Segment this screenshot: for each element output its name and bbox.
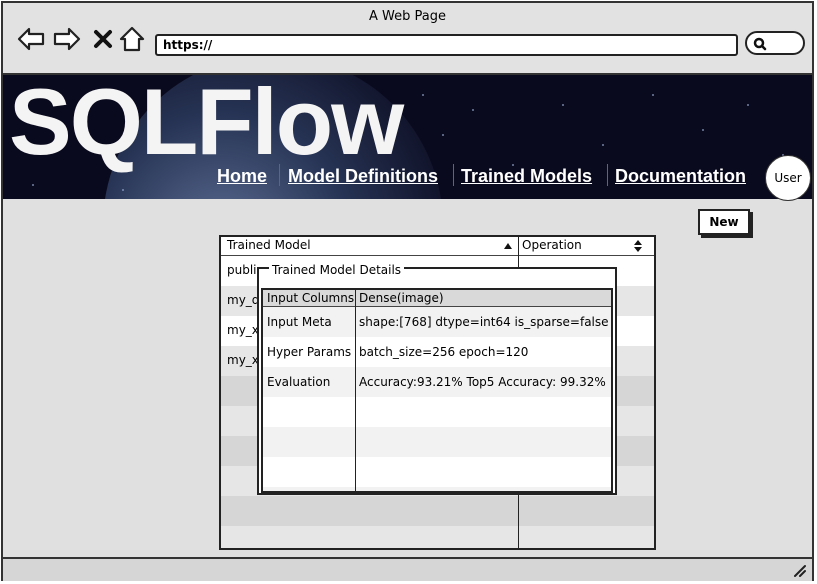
- trained-model-details-dialog: Trained Model Details Input Columns Dens…: [257, 263, 617, 495]
- window-title: A Web Page: [369, 9, 446, 24]
- browser-search-field[interactable]: [745, 31, 805, 55]
- sort-ascending-icon[interactable]: [503, 242, 513, 250]
- details-row: Hyper Params batch_size=256 epoch=120: [263, 337, 611, 367]
- details-value: shape:[768] dtype=int64 is_sparse=false: [359, 315, 609, 329]
- table-row-empty: [221, 496, 654, 526]
- nav-divider: [279, 164, 280, 186]
- table-cell-model: my_x: [227, 323, 259, 337]
- dialog-title: Trained Model Details: [269, 263, 405, 277]
- nav-divider: [453, 164, 454, 186]
- table-header: Trained Model Operation: [221, 237, 654, 256]
- details-key: Evaluation: [267, 375, 331, 389]
- column-header-operation[interactable]: Operation: [522, 238, 582, 252]
- new-button[interactable]: New: [698, 209, 750, 235]
- browser-window: A Web Page https:// SQLFlow Home Model D…: [1, 1, 814, 581]
- details-row-empty: [263, 457, 611, 487]
- details-grid: Input Columns Dense(image) Input Meta sh…: [261, 288, 613, 493]
- details-header-value: Dense(image): [359, 291, 444, 305]
- details-key: Hyper Params: [267, 345, 352, 359]
- sort-toggle-icon[interactable]: [633, 239, 643, 253]
- stop-x-icon[interactable]: [89, 25, 117, 53]
- details-row-empty: [263, 487, 611, 491]
- nav-link-home[interactable]: Home: [217, 166, 267, 187]
- forward-arrow-icon[interactable]: [53, 25, 81, 53]
- back-arrow-icon[interactable]: [17, 25, 45, 53]
- table-row-empty: [221, 526, 654, 548]
- nav-divider: [607, 164, 608, 186]
- details-row-empty: [263, 397, 611, 427]
- table-cell-model: my_d: [227, 293, 260, 307]
- sqlflow-logo: SQLFlow: [9, 75, 404, 174]
- details-header-row: Input Columns Dense(image): [263, 290, 611, 307]
- column-header-trained-model[interactable]: Trained Model: [227, 238, 311, 252]
- details-row: Input Meta shape:[768] dtype=int64 is_sp…: [263, 307, 611, 337]
- nav-link-trained-models[interactable]: Trained Models: [461, 166, 592, 187]
- details-key: Input Meta: [267, 315, 332, 329]
- details-value: Accuracy:93.21% Top5 Accuracy: 99.32%: [359, 375, 606, 389]
- details-row: Evaluation Accuracy:93.21% Top5 Accuracy…: [263, 367, 611, 397]
- browser-statusbar: [3, 557, 812, 581]
- table-cell-model: my_x: [227, 353, 259, 367]
- details-value: batch_size=256 epoch=120: [359, 345, 529, 359]
- nav-link-model-definitions[interactable]: Model Definitions: [288, 166, 438, 187]
- browser-titlebar: A Web Page https://: [3, 3, 812, 75]
- user-avatar-button[interactable]: User: [765, 155, 811, 201]
- details-header-key: Input Columns: [267, 291, 355, 305]
- home-icon[interactable]: [118, 25, 146, 53]
- resize-grip-icon[interactable]: [792, 563, 806, 577]
- search-icon: [753, 37, 767, 51]
- details-row-empty: [263, 427, 611, 457]
- details-column-divider: [355, 290, 356, 491]
- nav-link-documentation[interactable]: Documentation: [615, 166, 746, 187]
- url-input[interactable]: https://: [155, 34, 738, 56]
